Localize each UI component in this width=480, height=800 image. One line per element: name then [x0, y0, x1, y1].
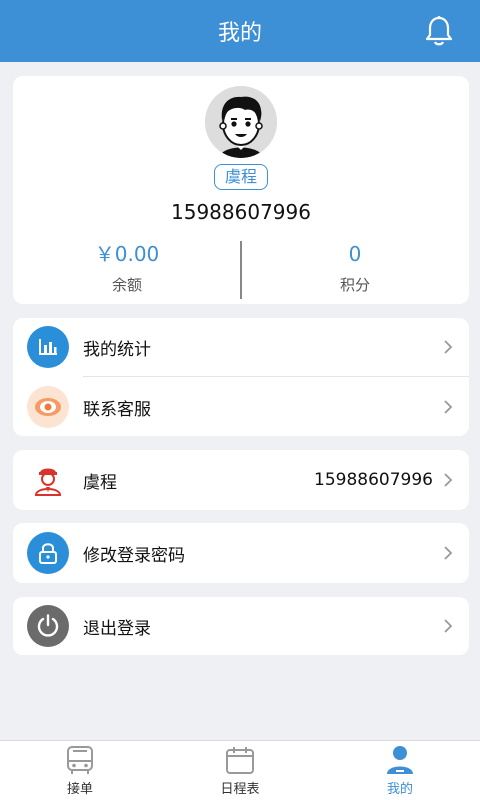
profile-card: 虞程 15988607996 ￥0.00 余额 0 积分 — [13, 76, 469, 304]
header-bar: 我的 — [0, 0, 480, 62]
balance-value: ￥0.00 — [94, 242, 160, 266]
my-stats-label: 我的统计 — [83, 339, 151, 360]
password-card: 修改登录密码 — [13, 523, 469, 583]
stats-divider — [240, 241, 242, 299]
balance-stat[interactable]: ￥0.00 余额 — [13, 240, 241, 300]
change-password-row[interactable]: 修改登录密码 — [13, 524, 469, 582]
page-title: 我的 — [217, 21, 262, 46]
chevron-right-icon — [444, 340, 453, 354]
logout-label: 退出登录 — [83, 618, 151, 639]
avatar[interactable] — [205, 86, 277, 158]
lock-icon — [27, 532, 69, 574]
logout-card: 退出登录 — [13, 597, 469, 655]
bar-chart-icon — [27, 326, 69, 368]
contact-service-label: 联系客服 — [83, 399, 151, 420]
tab-schedule-label: 日程表 — [220, 782, 260, 797]
points-stat[interactable]: 0 积分 — [241, 240, 469, 300]
logout-row[interactable]: 退出登录 — [13, 597, 469, 655]
my-stats-row[interactable]: 我的统计 — [13, 318, 469, 377]
chevron-right-icon — [444, 473, 453, 487]
user-phone: 15988607996 — [171, 200, 311, 224]
points-label: 积分 — [339, 276, 370, 294]
tab-mine-label: 我的 — [386, 782, 413, 797]
row-divider — [83, 376, 469, 377]
chevron-right-icon — [444, 619, 453, 633]
bottom-tab-bar: 接单 日程表 我的 — [0, 740, 480, 800]
menu-card: 我的统计 联系客服 — [13, 318, 469, 436]
headset-icon — [27, 386, 69, 428]
power-icon — [27, 605, 69, 647]
user-icon — [387, 746, 413, 774]
tab-orders-label: 接单 — [66, 782, 93, 797]
bell-icon[interactable] — [424, 15, 454, 47]
avatar-face-icon — [205, 86, 277, 158]
contact-service-row[interactable]: 联系客服 — [13, 378, 469, 436]
chevron-right-icon — [444, 400, 453, 414]
tab-schedule[interactable]: 日程表 — [160, 741, 320, 800]
user-phone-value: 15988607996 — [314, 470, 433, 490]
user-info-row[interactable]: 虞程 15988607996 — [13, 451, 469, 509]
balance-label: 余额 — [111, 276, 142, 294]
change-password-label: 修改登录密码 — [83, 545, 185, 566]
tab-mine[interactable]: 我的 — [320, 741, 480, 800]
calendar-icon — [226, 747, 254, 774]
tab-orders[interactable]: 接单 — [0, 741, 160, 800]
driver-icon — [27, 459, 69, 501]
user-name-badge: 虞程 — [213, 164, 269, 190]
user-name-label: 虞程 — [83, 472, 117, 493]
user-info-card: 虞程 15988607996 — [13, 450, 469, 510]
chevron-right-icon — [444, 546, 453, 560]
points-value: 0 — [348, 242, 362, 266]
bus-icon — [67, 746, 93, 774]
